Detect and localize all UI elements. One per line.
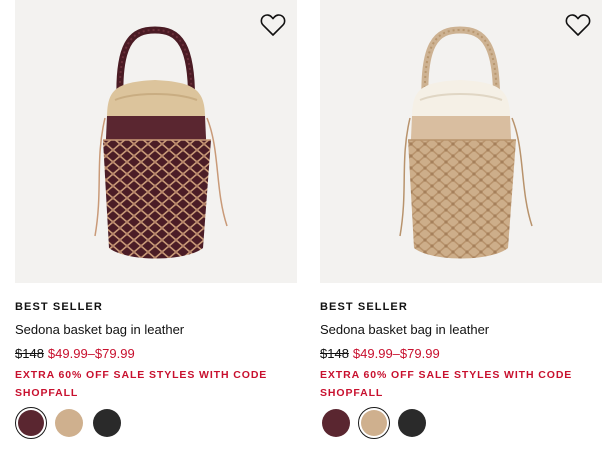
price-row: $148 $49.99–$79.99	[320, 346, 440, 361]
swatch-burgundy[interactable]	[320, 407, 352, 439]
best-seller-badge: BEST SELLER	[15, 301, 103, 313]
product-name-link[interactable]: Sedona basket bag in leather	[15, 322, 184, 337]
swatch-fill	[18, 410, 44, 436]
basket-bag-image	[94, 26, 228, 259]
product-card[interactable]: BEST SELLER Sedona basket bag in leather…	[15, 0, 297, 439]
product-card[interactable]: BEST SELLER Sedona basket bag in leather…	[320, 0, 602, 439]
product-image[interactable]	[320, 0, 602, 283]
price-row: $148 $49.99–$79.99	[15, 346, 135, 361]
promo-text: EXTRA 60% OFF SALE STYLES WITH CODE SHOP…	[320, 369, 573, 399]
promo-text: EXTRA 60% OFF SALE STYLES WITH CODE SHOP…	[15, 369, 268, 399]
swatch-burgundy[interactable]	[15, 407, 47, 439]
swatch-black[interactable]	[396, 407, 428, 439]
swatch-natural[interactable]	[358, 407, 390, 439]
product-image[interactable]	[15, 0, 297, 283]
swatch-fill	[322, 409, 350, 437]
swatch-fill	[55, 409, 83, 437]
basket-bag-image	[399, 26, 533, 259]
original-price: $148	[15, 346, 44, 361]
original-price: $148	[320, 346, 349, 361]
sale-price: $49.99–$79.99	[352, 346, 440, 361]
swatch-fill	[361, 410, 387, 436]
sale-price: $49.99–$79.99	[47, 346, 135, 361]
swatch-fill	[398, 409, 426, 437]
swatch-natural[interactable]	[53, 407, 85, 439]
swatch-fill	[93, 409, 121, 437]
heart-outline-icon[interactable]	[260, 13, 286, 37]
product-name-link[interactable]: Sedona basket bag in leather	[320, 322, 489, 337]
heart-outline-icon[interactable]	[565, 13, 591, 37]
swatch-black[interactable]	[91, 407, 123, 439]
best-seller-badge: BEST SELLER	[320, 301, 408, 313]
